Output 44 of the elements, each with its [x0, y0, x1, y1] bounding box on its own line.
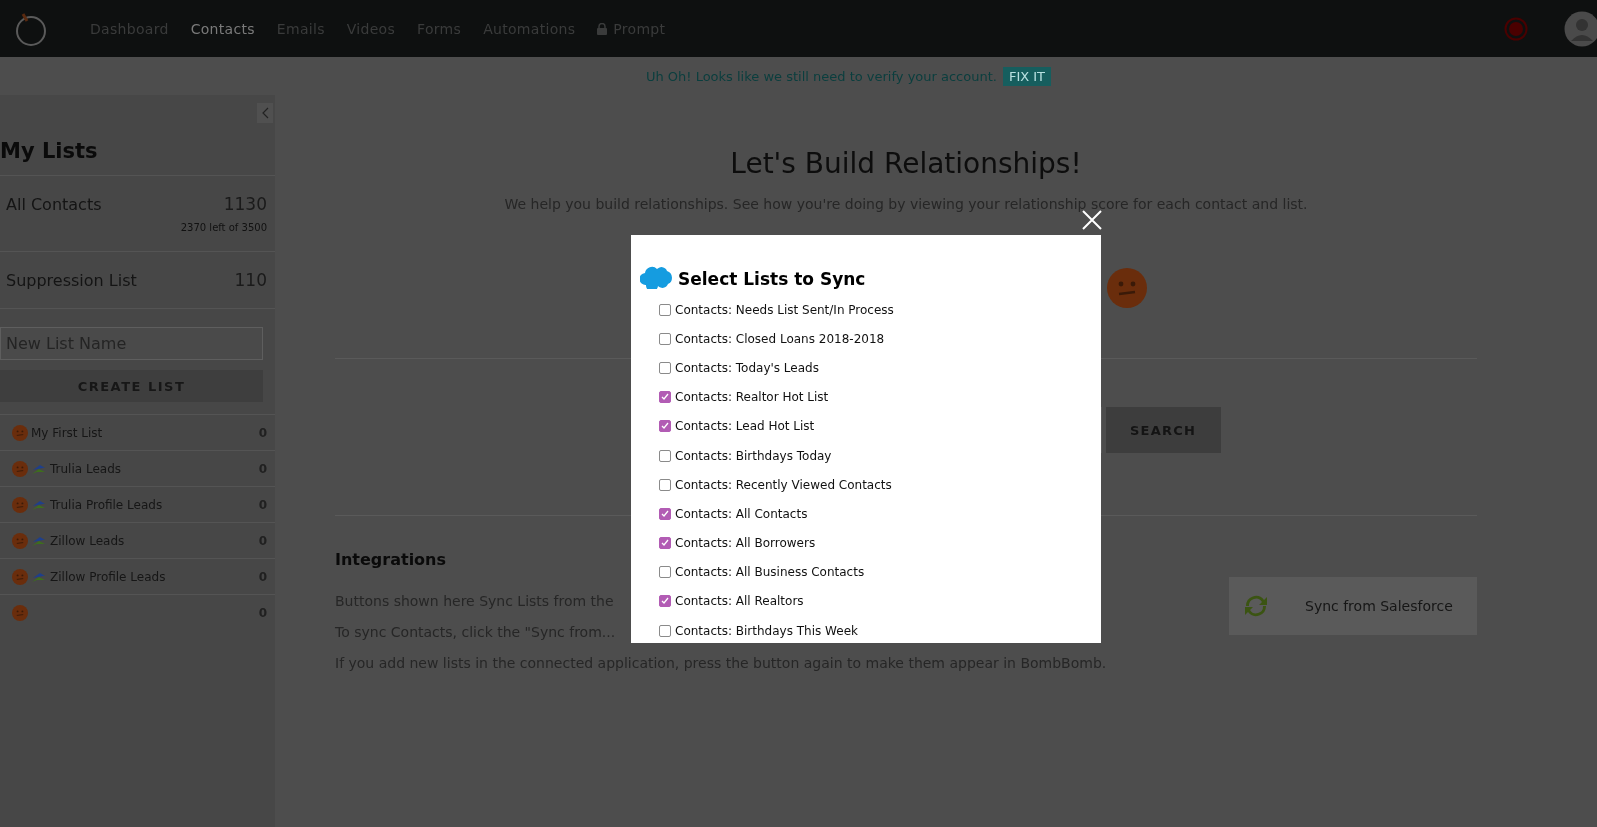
checkbox[interactable]	[659, 332, 671, 345]
avatar-icon[interactable]	[1564, 10, 1597, 47]
list-option[interactable]: Contacts: All Contacts	[640, 499, 1101, 529]
checkbox[interactable]	[659, 478, 671, 491]
checkbox[interactable]	[659, 507, 671, 520]
list-option[interactable]: Contacts: Lead Hot List	[640, 411, 1101, 441]
list-option[interactable]: Contacts: Today's Leads	[640, 353, 1101, 383]
cloud-icon	[640, 265, 674, 289]
checkbox[interactable]	[659, 420, 671, 433]
emoji-face-icon	[12, 604, 28, 621]
dialog-title: Select Lists to Sync	[678, 269, 866, 289]
checkbox[interactable]	[659, 624, 671, 637]
verify-warning: Uh Oh! Looks like we still need to verify your account.	[645, 68, 997, 84]
fix-it-button[interactable]: FIX IT	[1002, 66, 1052, 86]
nav-link[interactable]: Contacts	[190, 20, 255, 37]
list-option[interactable]: Contacts: Recently Viewed Contacts	[640, 470, 1101, 500]
checkbox[interactable]	[659, 303, 671, 316]
logo-icon[interactable]	[14, 11, 48, 46]
emoji-face-icon	[12, 424, 28, 441]
checkbox[interactable]	[659, 537, 671, 550]
page-title: Let's Build Relationships!	[729, 147, 1083, 180]
list-option[interactable]: Contacts: All Realtors	[640, 586, 1101, 617]
list-option[interactable]: Contacts: Birthdays Today	[640, 440, 1101, 471]
checkbox[interactable]	[659, 449, 671, 462]
emoji-face-icon	[1107, 268, 1147, 308]
sidebar-title: My Lists	[0, 95, 275, 176]
emoji-face-icon	[12, 496, 28, 513]
emoji-face-icon	[12, 568, 28, 585]
chevron-left-icon	[261, 107, 269, 119]
emoji-face-icon	[12, 532, 28, 549]
emoji-face-icon	[12, 460, 28, 477]
checkbox[interactable]	[659, 595, 671, 608]
checkbox[interactable]	[659, 391, 671, 404]
list-option[interactable]: Contacts: All Borrowers	[640, 528, 1101, 558]
checkbox[interactable]	[659, 361, 671, 374]
list-option[interactable]: Contacts: Realtor Hot List	[640, 382, 1101, 412]
list-option[interactable]: Contacts: Birthdays This Week	[640, 616, 1101, 646]
collapse-button[interactable]	[257, 103, 273, 123]
list-option[interactable]: Contacts: Closed Loans 2018-2018	[640, 324, 1101, 354]
checkbox[interactable]	[659, 566, 671, 579]
sync-button[interactable]: Sync from Salesforce	[1229, 577, 1477, 635]
list-option[interactable]: Contacts: Needs List Sent/In Process	[640, 295, 1101, 325]
integrations-heading: Integrations	[335, 550, 447, 569]
list-option[interactable]: Contacts: All Business Contacts	[640, 557, 1101, 587]
